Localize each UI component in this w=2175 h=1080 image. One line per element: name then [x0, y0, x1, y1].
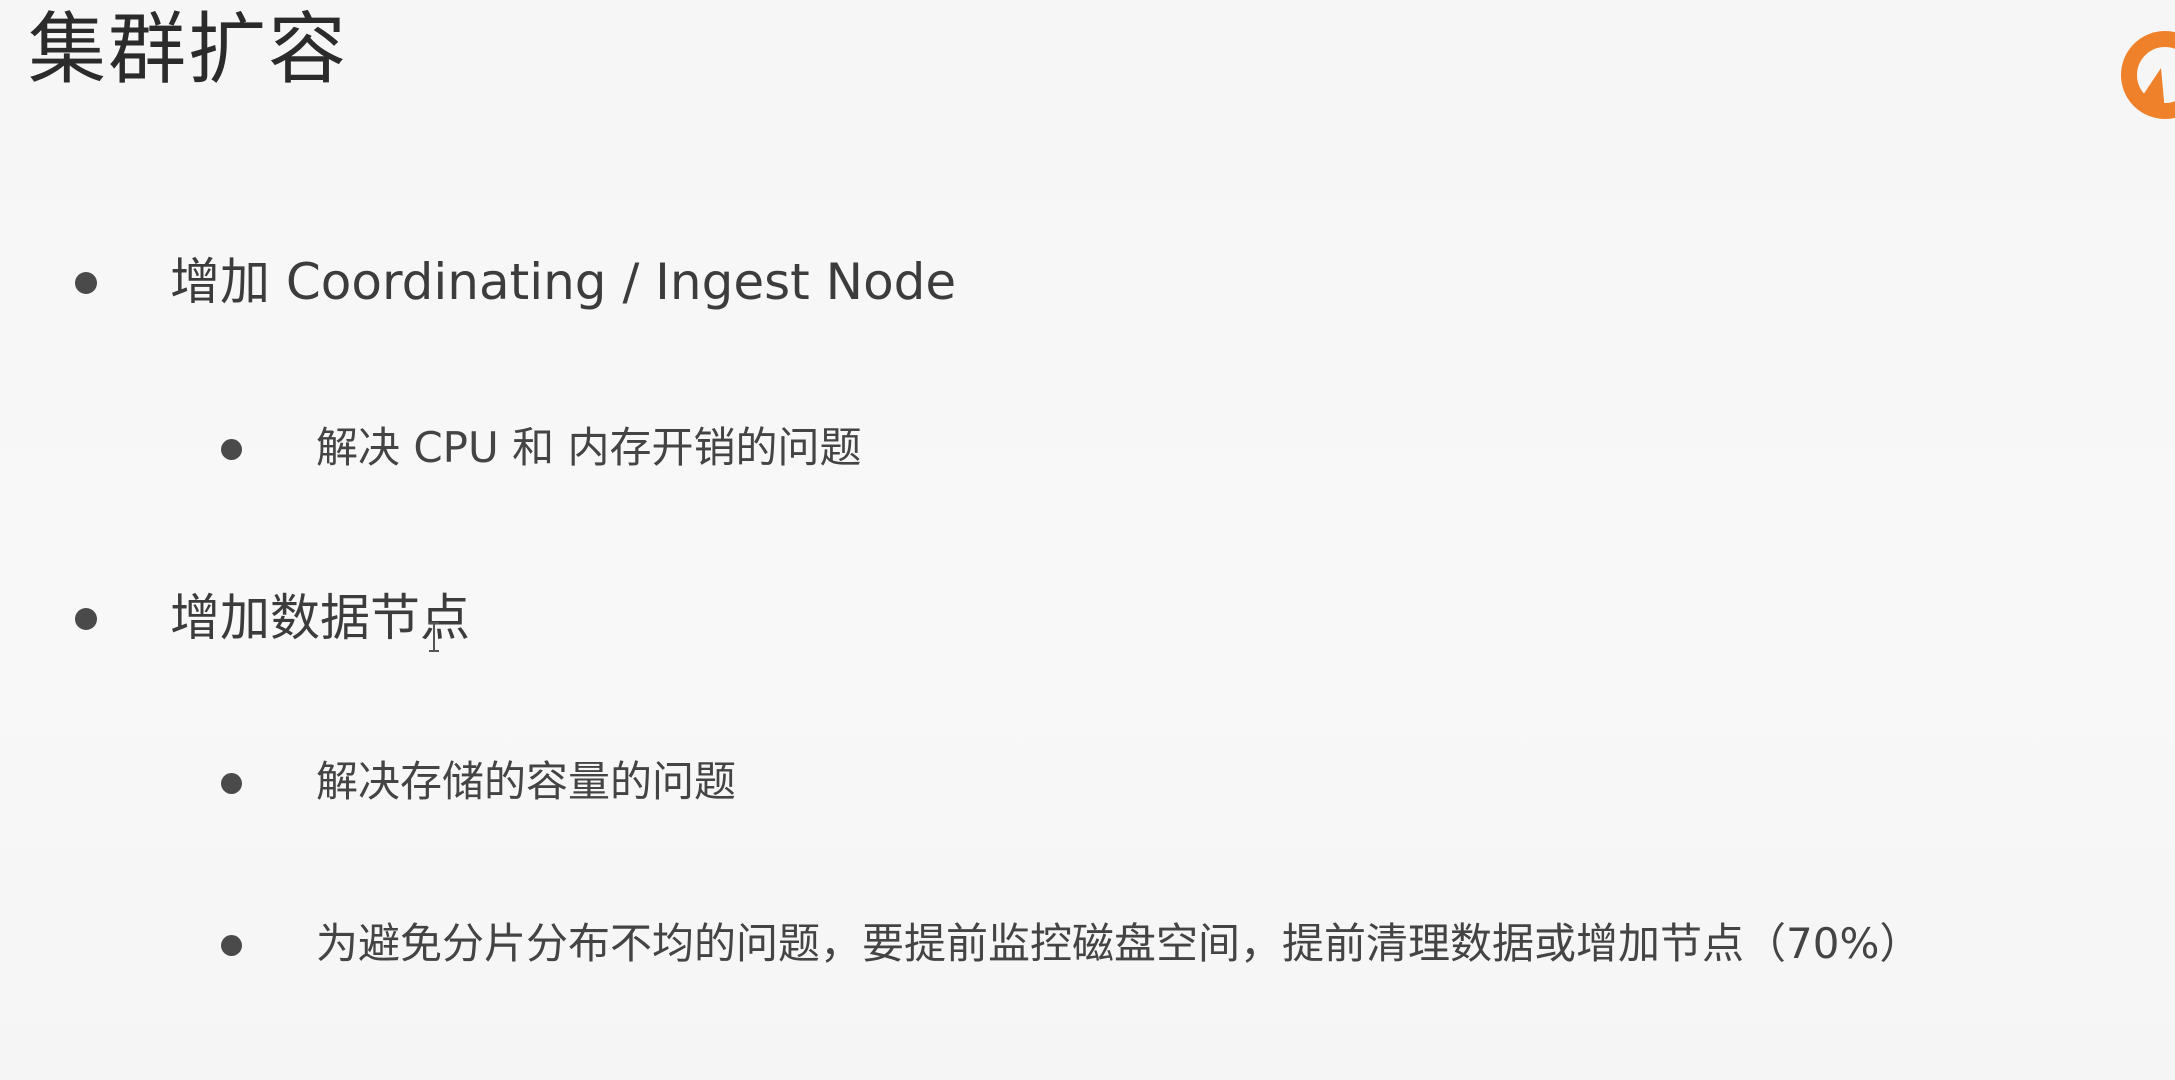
slide-title: 集群扩容: [28, 5, 349, 95]
bullet-dot-icon: [221, 773, 242, 794]
bullet-dot-icon: [221, 935, 242, 956]
presentation-slide: 集群扩容 增加 Coordinating / Ingest Node 解决 CP…: [0, 0, 2175, 1080]
bullet-text: 解决 CPU 和 内存开销的问题: [316, 423, 862, 472]
bullet-text: 解决存储的容量的问题: [316, 757, 737, 806]
bullet-item-coordinating-node: 增加 Coordinating / Ingest Node: [75, 252, 957, 312]
bullet-text: 增加数据节点: [170, 589, 470, 647]
bullet-dot-icon: [75, 608, 97, 630]
bullet-item-data-node: 增加数据节点: [75, 588, 470, 648]
text-cursor-icon: [427, 622, 441, 652]
bullet-dot-icon: [221, 439, 242, 460]
sub-bullet-item-cpu-memory: 解决 CPU 和 内存开销的问题: [221, 422, 862, 474]
sub-bullet-item-storage-capacity: 解决存储的容量的问题: [221, 756, 737, 808]
sub-bullet-item-disk-monitoring: 为避免分片分布不均的问题，要提前监控磁盘空间，提前清理数据或增加节点（70%）: [221, 918, 1922, 970]
bullet-text: 为避免分片分布不均的问题，要提前监控磁盘空间，提前清理数据或增加节点（70%）: [316, 919, 1922, 968]
bullet-text: 增加 Coordinating / Ingest Node: [170, 253, 957, 311]
orange-circular-logo-icon: [2103, 20, 2175, 130]
bullet-dot-icon: [75, 272, 97, 294]
